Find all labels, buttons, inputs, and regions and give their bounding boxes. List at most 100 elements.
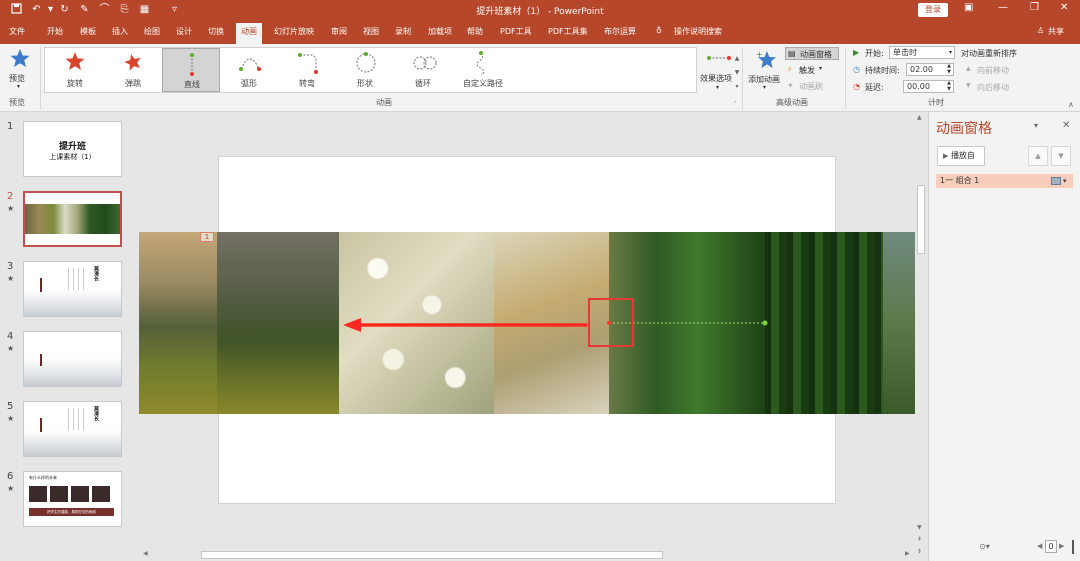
add-animation-button[interactable]: + 添加动画 ▾ [747, 47, 783, 93]
tab-insert[interactable]: 插入 [112, 26, 128, 37]
slide-preview: 莫滑长 [23, 401, 122, 457]
pane-options-icon[interactable]: ▾ [1034, 121, 1038, 130]
content-card [92, 486, 110, 502]
animation-pane-icon: ▤ [788, 49, 796, 58]
animation-list-item[interactable]: 1一 组合 1 ▾ [936, 174, 1073, 188]
tab-record[interactable]: 录制 [395, 26, 411, 37]
horizontal-scroll-thumb[interactable] [201, 551, 663, 559]
add-animation-dropdown-icon: ▾ [763, 84, 767, 91]
tab-addins[interactable]: 加载项 [428, 26, 452, 37]
tab-animations[interactable]: 动画 [236, 23, 262, 44]
vertical-scrollbar[interactable]: ▲ ▼ ⇞ ⇟ [915, 112, 927, 561]
slide-preview: 莫滑长 [23, 261, 122, 317]
duration-input[interactable]: 02.00 ▲ ▼ [906, 63, 954, 76]
zoom-value-box[interactable]: 0 [1045, 540, 1057, 553]
delay-spinner-icon[interactable]: ▲ ▼ [947, 80, 951, 92]
effect-loop[interactable]: 循环 [394, 48, 452, 92]
slide-number: 5 [7, 401, 14, 412]
move-down-button[interactable]: ▼ [1051, 146, 1071, 166]
tab-design[interactable]: 设计 [176, 26, 192, 37]
restore-icon[interactable]: ❐ [1030, 2, 1039, 13]
trigger-button[interactable]: ⚡ 触发 ▾ [785, 64, 835, 77]
move-later-button[interactable]: 向后移动 [977, 82, 1009, 93]
tab-slideshow[interactable]: 幻灯片放映 [274, 26, 314, 37]
effect-label: 转弯 [299, 79, 315, 88]
tab-review[interactable]: 审阅 [331, 26, 347, 37]
close-icon[interactable]: ✕ [1060, 2, 1068, 13]
ribbon-display-icon[interactable]: ▣ [964, 2, 973, 13]
motion-path-start-point [607, 321, 611, 325]
move-earlier-button[interactable]: 向前移动 [977, 65, 1009, 76]
effect-options-dropdown-icon: ▾ [716, 84, 720, 91]
zoom-left-icon[interactable]: ◀ [1037, 542, 1042, 550]
login-button[interactable]: 登录 [918, 3, 948, 17]
effect-options-button[interactable]: 效果选项 ▾ [699, 47, 737, 93]
effect-line[interactable]: 直线 [162, 48, 220, 92]
effect-label: 直线 [184, 80, 200, 89]
tab-help[interactable]: 帮助 [467, 26, 483, 37]
effect-shape[interactable]: 形状 [336, 48, 394, 92]
pane-close-icon[interactable]: ✕ [1062, 120, 1070, 131]
slide-heading: 有什么样的未来 [29, 475, 57, 480]
tab-view[interactable]: 视图 [363, 26, 379, 37]
tab-template[interactable]: 模板 [80, 26, 96, 37]
scroll-down-icon[interactable]: ▼ [917, 524, 922, 531]
animation-star-icon: ★ [7, 414, 15, 423]
horizontal-scrollbar[interactable]: ◀ ▶ [139, 549, 915, 561]
tab-boolean[interactable]: 布尔运算 [604, 26, 636, 37]
seconds-zoom-icon[interactable]: ⊙▾ [979, 542, 990, 551]
start-select[interactable]: 单击时 ▾ [889, 46, 955, 59]
animation-star-icon: ★ [7, 274, 15, 283]
scroll-left-icon[interactable]: ◀ [143, 550, 148, 557]
pane-edge-handle[interactable] [1072, 540, 1074, 554]
duration-spinner-icon[interactable]: ▲ ▼ [947, 63, 951, 75]
delay-value: 00.00 [907, 82, 930, 91]
share-icon[interactable]: ♙ [1037, 26, 1044, 35]
scroll-right-icon[interactable]: ▶ [905, 550, 910, 557]
scroll-up-icon[interactable]: ▲ [917, 114, 922, 121]
share-button[interactable]: 共享 [1048, 26, 1064, 37]
effect-turn[interactable]: 转弯 [278, 48, 336, 92]
vertical-text-lines [68, 268, 84, 290]
animation-gallery: 旋转 弹跳 直线 弧形 转弯 形状 循环 自定义路径 ▲ ▼ ▾ [44, 47, 739, 93]
animation-pane-button[interactable]: ▤ 动画窗格 [785, 47, 839, 60]
tab-transitions[interactable]: 切换 [208, 26, 224, 37]
move-down-icon: ▼ [1058, 152, 1064, 160]
effect-bounce[interactable]: 弹跳 [104, 48, 162, 92]
ink-figure-image [40, 418, 42, 432]
next-slide-icon[interactable]: ⇟ [917, 548, 922, 555]
play-icon: ▶ [943, 152, 949, 160]
animation-painter-button[interactable]: ✦ 动画刷 [785, 80, 835, 93]
custom-path-icon [476, 51, 485, 76]
preview-button[interactable]: 预览 ▾ [5, 47, 35, 91]
animation-star-icon: ★ [7, 204, 15, 213]
effect-label: 弹跳 [125, 79, 141, 88]
tab-home[interactable]: 开始 [47, 26, 63, 37]
effect-custom-path[interactable]: 自定义路径 [452, 48, 514, 92]
minimize-icon[interactable]: — [998, 2, 1008, 13]
tab-pdf-tools[interactable]: PDF工具 [500, 26, 532, 37]
previous-slide-icon[interactable]: ⇞ [917, 536, 922, 543]
move-earlier-icon: ▲ [966, 65, 971, 72]
move-up-button[interactable]: ▲ [1028, 146, 1048, 166]
turn-path-icon [298, 53, 318, 74]
dialog-launcher-icon[interactable]: ⌟ [733, 97, 736, 104]
tab-file[interactable]: 文件 [9, 26, 25, 37]
effect-arc[interactable]: 弧形 [220, 48, 278, 92]
animation-group-label: 动画 [376, 98, 392, 107]
tell-me-search[interactable]: 操作说明搜索 [674, 26, 722, 37]
delay-input[interactable]: 00.00 ▲ ▼ [903, 80, 954, 93]
item-dropdown-icon[interactable]: ▾ [1063, 174, 1067, 188]
svg-text:+: + [756, 50, 763, 59]
play-from-button[interactable]: ▶ 播放自 [937, 146, 985, 166]
content-card [71, 486, 89, 502]
effect-spin[interactable]: 旋转 [46, 48, 104, 92]
effect-label: 形状 [357, 79, 373, 88]
tab-pdf-toolset[interactable]: PDF工具集 [548, 26, 588, 37]
collapse-ribbon-icon[interactable]: ∧ [1068, 100, 1074, 109]
vertical-scroll-thumb[interactable] [917, 185, 925, 254]
tab-draw[interactable]: 绘图 [144, 26, 160, 37]
zoom-right-icon[interactable]: ▶ [1059, 542, 1064, 550]
preview-dropdown-icon: ▾ [17, 83, 21, 90]
animation-painter-icon: ✦ [787, 81, 794, 90]
